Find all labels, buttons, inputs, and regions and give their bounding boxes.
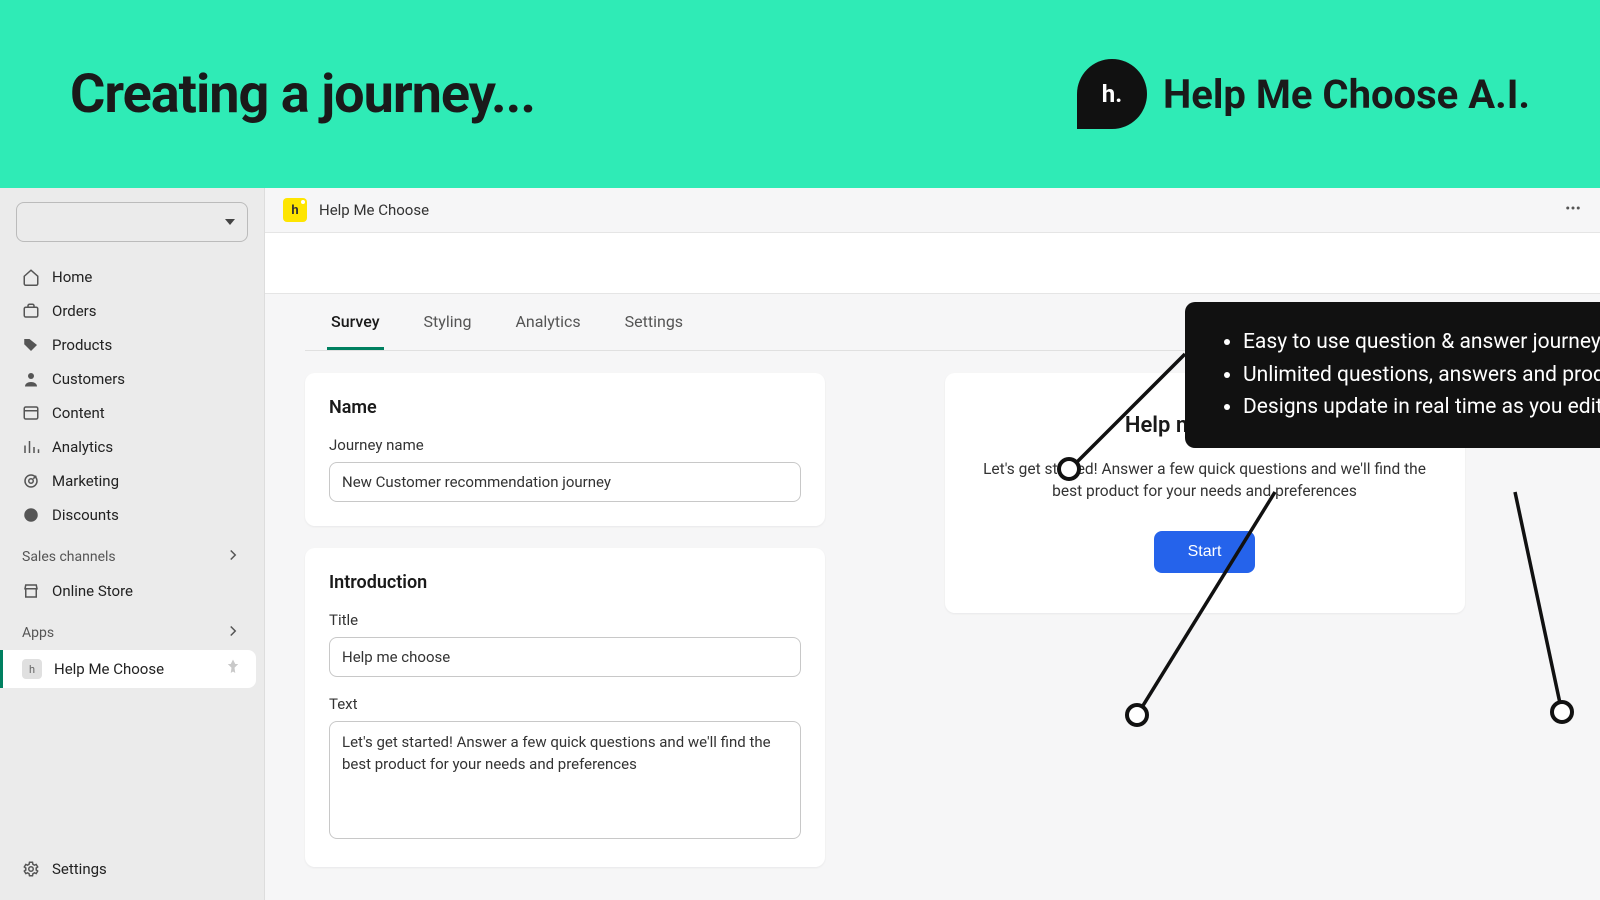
content-icon	[22, 404, 40, 422]
gear-icon	[22, 860, 40, 878]
content-area: Easy to use question & answer journey ed…	[265, 294, 1600, 900]
nav-marketing[interactable]: Marketing	[8, 464, 256, 498]
nav-label: Home	[52, 268, 92, 286]
callout-item: Unlimited questions, answers and product…	[1243, 359, 1600, 392]
nav-orders[interactable]: Orders	[8, 294, 256, 328]
section-label: Sales channels	[22, 549, 116, 565]
nav-label: Content	[52, 404, 105, 422]
start-button[interactable]: Start	[1154, 531, 1256, 573]
nav-label: Settings	[52, 860, 107, 878]
target-icon	[22, 472, 40, 490]
nav-label: Discounts	[52, 506, 119, 524]
callout-item: Designs update in real time as you edit	[1243, 391, 1600, 424]
card-heading: Introduction	[329, 572, 801, 593]
title-label: Title	[329, 611, 801, 629]
brand-name: Help Me Choose A.I.	[1163, 71, 1530, 118]
analytics-icon	[22, 438, 40, 456]
tab-styling[interactable]: Styling	[420, 312, 476, 350]
nav-discounts[interactable]: Discounts	[8, 498, 256, 532]
brand-logo-icon: h.	[1077, 59, 1147, 129]
preview-body: Let's get started! Answer a few quick qu…	[973, 458, 1437, 503]
sidebar-item-help-me-choose[interactable]: h Help Me Choose	[0, 650, 256, 688]
nav-label: Help Me Choose	[54, 660, 164, 678]
nav-settings[interactable]: Settings	[8, 852, 256, 886]
person-icon	[22, 370, 40, 388]
hero-banner: Creating a journey... h. Help Me Choose …	[0, 0, 1600, 188]
feature-callout: Easy to use question & answer journey ed…	[1185, 302, 1600, 448]
hero-brand: h. Help Me Choose A.I.	[1077, 59, 1530, 129]
tab-settings[interactable]: Settings	[621, 312, 687, 350]
app-icon: h	[22, 659, 42, 679]
nav-customers[interactable]: Customers	[8, 362, 256, 396]
store-icon	[22, 582, 40, 600]
nav-content[interactable]: Content	[8, 396, 256, 430]
name-card: Name Journey name	[305, 373, 825, 526]
app-title: Help Me Choose	[319, 201, 429, 219]
pin-icon[interactable]	[224, 658, 242, 680]
tab-analytics[interactable]: Analytics	[511, 312, 584, 350]
main-area: h Help Me Choose Easy to use question & …	[265, 188, 1600, 900]
section-apps[interactable]: Apps	[8, 608, 256, 650]
nav-label: Products	[52, 336, 112, 354]
app-logo-icon: h	[283, 198, 307, 222]
topbar: h Help Me Choose	[265, 188, 1600, 232]
journey-name-label: Journey name	[329, 436, 801, 454]
nav-label: Marketing	[52, 472, 119, 490]
hero-title: Creating a journey...	[70, 63, 535, 126]
discount-icon	[22, 506, 40, 524]
callout-item: Easy to use question & answer journey ed…	[1243, 326, 1600, 359]
nav-label: Orders	[52, 302, 97, 320]
nav-online-store[interactable]: Online Store	[8, 574, 256, 608]
title-input[interactable]	[329, 637, 801, 677]
tag-icon	[22, 336, 40, 354]
store-selector[interactable]	[16, 202, 248, 242]
introduction-card: Introduction Title Text	[305, 548, 825, 867]
subheader-bar	[265, 232, 1600, 294]
nav-label: Online Store	[52, 582, 133, 600]
section-sales-channels[interactable]: Sales channels	[8, 532, 256, 574]
home-icon	[22, 268, 40, 286]
nav-products[interactable]: Products	[8, 328, 256, 362]
chevron-right-icon	[224, 546, 242, 568]
orders-icon	[22, 302, 40, 320]
tab-survey[interactable]: Survey	[327, 312, 384, 350]
more-icon[interactable]	[1564, 199, 1582, 221]
nav-home[interactable]: Home	[8, 260, 256, 294]
text-label: Text	[329, 695, 801, 713]
journey-name-input[interactable]	[329, 462, 801, 502]
text-input[interactable]	[329, 721, 801, 839]
sidebar: Home Orders Products Customers Content A…	[0, 188, 265, 900]
chevron-right-icon	[224, 622, 242, 644]
nav-analytics[interactable]: Analytics	[8, 430, 256, 464]
nav-label: Customers	[52, 370, 125, 388]
nav-label: Analytics	[52, 438, 113, 456]
card-heading: Name	[329, 397, 801, 418]
section-label: Apps	[22, 625, 54, 641]
